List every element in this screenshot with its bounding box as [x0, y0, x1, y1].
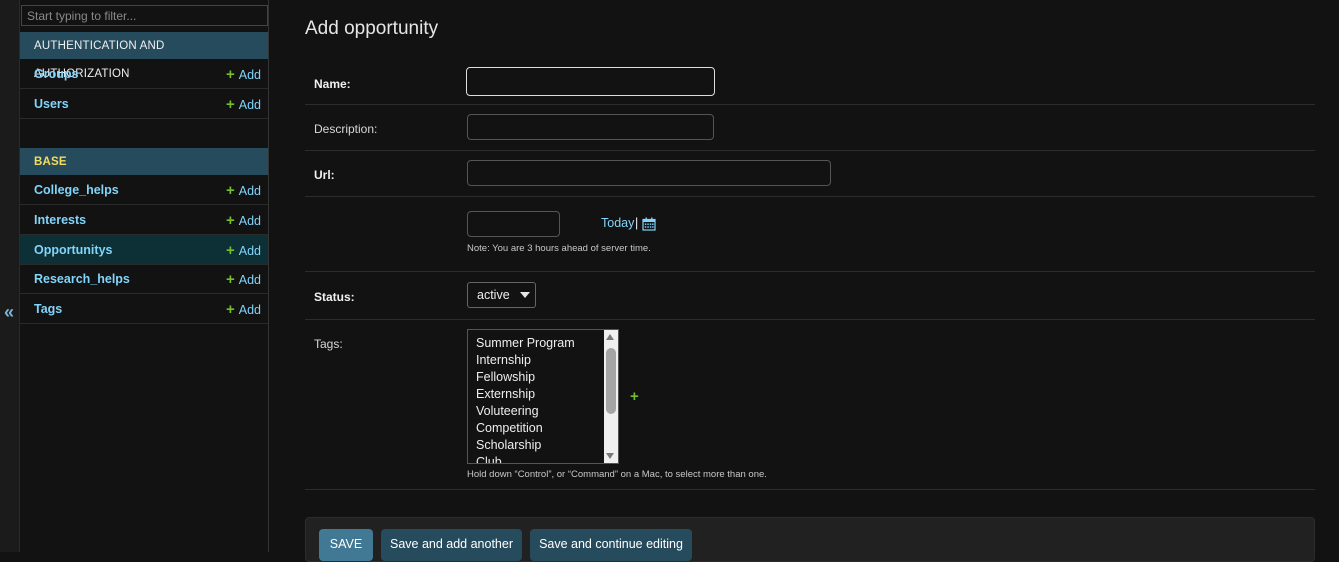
plus-icon: + — [225, 271, 235, 288]
scroll-down-icon[interactable] — [606, 453, 614, 459]
tag-option[interactable]: Fellowship — [468, 369, 575, 386]
url-input[interactable] — [467, 160, 831, 186]
tags-field-row: Tags: Summer Program Internship Fellowsh… — [305, 320, 1315, 490]
tag-option[interactable]: Summer Program — [468, 335, 575, 352]
add-link-label: Add — [238, 214, 261, 228]
plus-icon: + — [225, 96, 235, 113]
tags-help-text: Hold down “Control”, or “Command” on a M… — [467, 469, 767, 480]
plus-icon: + — [225, 182, 235, 199]
tag-option[interactable]: Voluteering — [468, 403, 575, 420]
add-link-label: Add — [238, 98, 261, 112]
description-label: Description: — [314, 122, 378, 136]
sidebar-item-research-helps: Research_helps + Add — [20, 264, 268, 294]
status-field-row: Status: active — [305, 272, 1315, 320]
sidebar-item-tags: Tags + Add — [20, 294, 268, 324]
sidebar-item-label[interactable]: Opportunitys — [34, 243, 112, 257]
name-field-row: Name: — [305, 60, 1315, 105]
sidebar-item-label[interactable]: Tags — [34, 302, 62, 316]
scroll-thumb[interactable] — [606, 348, 616, 414]
tags-label: Tags: — [314, 337, 343, 351]
today-link[interactable]: Today — [601, 216, 634, 230]
tag-option[interactable]: Internship — [468, 352, 575, 369]
add-link-label: Add — [238, 273, 261, 287]
timezone-note: Note: You are 3 hours ahead of server ti… — [467, 243, 651, 254]
add-link[interactable]: + Add — [226, 96, 261, 113]
tags-multiselect[interactable]: Summer Program Internship Fellowship Ext… — [467, 329, 619, 464]
date-separator: | — [635, 216, 639, 230]
sidebar-item-users: Users + Add — [20, 89, 268, 119]
sidebar-item-label[interactable]: College_helps — [34, 183, 119, 197]
sidebar-item-label[interactable]: Research_helps — [34, 272, 130, 286]
name-input[interactable] — [466, 67, 715, 96]
collapse-sidebar-icon[interactable]: « — [4, 302, 14, 322]
status-select-value: active — [477, 288, 510, 302]
url-field-row: Url: — [305, 151, 1315, 197]
chevron-down-icon — [520, 292, 530, 298]
date-field-row: Today | Note: You are 3 hours ahead of s… — [305, 197, 1315, 272]
description-field-row: Description: — [305, 105, 1315, 151]
tag-option[interactable]: Competition — [468, 420, 575, 437]
sidebar-filter-input[interactable] — [21, 5, 268, 26]
main-content: Add opportunity Name: Description: Url: … — [269, 0, 1339, 562]
save-and-add-another-button[interactable]: Save and add another — [381, 529, 522, 561]
tags-options: Summer Program Internship Fellowship Ext… — [468, 335, 575, 463]
sidebar-item-label[interactable]: Users — [34, 97, 69, 111]
sidebar-item-label[interactable]: Groups — [34, 67, 78, 81]
save-and-continue-button[interactable]: Save and continue editing — [530, 529, 692, 561]
add-link-label: Add — [238, 303, 261, 317]
sidebar-toggle-strip: « — [0, 0, 20, 552]
plus-icon: + — [225, 301, 235, 318]
page-title: Add opportunity — [305, 18, 439, 39]
module-header-base[interactable]: BASE — [20, 148, 268, 175]
scroll-up-icon[interactable] — [606, 334, 614, 340]
add-link[interactable]: + Add — [226, 301, 261, 318]
tag-option[interactable]: Scholarship — [468, 437, 575, 454]
sidebar-item-college-helps: College_helps + Add — [20, 175, 268, 205]
sidebar-item-groups: Groups + Add — [20, 59, 268, 89]
sidebar: AUTHENTICATION AND AUTHORIZATION Groups … — [20, 0, 269, 552]
description-input[interactable] — [467, 114, 714, 140]
submit-row: Save Save and add another Save and conti… — [305, 517, 1315, 562]
status-label: Status: — [314, 290, 355, 304]
tag-option[interactable]: Externship — [468, 386, 575, 403]
add-link-label: Add — [238, 184, 261, 198]
plus-icon: + — [225, 66, 235, 83]
sidebar-item-opportunitys: Opportunitys + Add — [20, 235, 268, 265]
sidebar-item-interests: Interests + Add — [20, 205, 268, 235]
plus-icon: + — [225, 242, 235, 259]
status-select[interactable]: active — [467, 282, 536, 308]
add-link[interactable]: + Add — [226, 212, 261, 229]
save-button[interactable]: Save — [319, 529, 373, 561]
tags-scrollbar[interactable] — [604, 330, 618, 463]
calendar-icon[interactable] — [642, 217, 656, 236]
plus-icon: + — [225, 212, 235, 229]
tag-option[interactable]: Club — [468, 454, 575, 463]
sidebar-item-label[interactable]: Interests — [34, 213, 86, 227]
add-link[interactable]: + Add — [226, 182, 261, 199]
date-input[interactable] — [467, 211, 560, 237]
module-header-auth[interactable]: AUTHENTICATION AND AUTHORIZATION — [20, 32, 268, 80]
add-link[interactable]: + Add — [226, 242, 261, 259]
add-link-label: Add — [238, 244, 261, 258]
add-link[interactable]: + Add — [226, 271, 261, 288]
add-tag-plus-icon[interactable]: + — [630, 388, 639, 405]
add-link[interactable]: + Add — [226, 66, 261, 83]
add-link-label: Add — [238, 68, 261, 82]
name-label: Name: — [314, 77, 351, 91]
url-label: Url: — [314, 168, 335, 182]
